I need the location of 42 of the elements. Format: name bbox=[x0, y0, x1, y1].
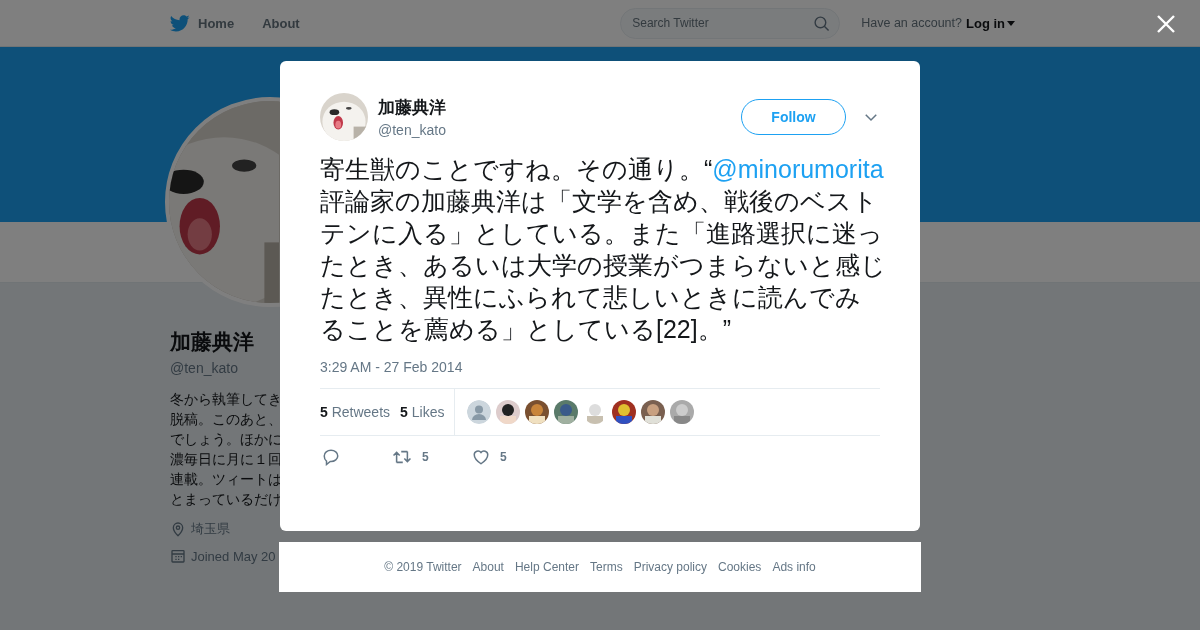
bio-line: 連載。ツィートは bbox=[170, 471, 282, 489]
search-icon[interactable] bbox=[813, 14, 831, 32]
follow-button[interactable]: Follow bbox=[741, 99, 846, 135]
stat-link[interactable]: 5 Retweets bbox=[320, 404, 391, 420]
retweet-button[interactable]: 5 bbox=[390, 448, 470, 466]
heart-icon bbox=[472, 448, 490, 466]
search-field[interactable]: Search Twitter bbox=[620, 7, 841, 39]
profile-name: 加藤典洋 bbox=[170, 329, 254, 355]
footer-link[interactable]: Help Center bbox=[514, 560, 579, 574]
footer-link[interactable]: About bbox=[472, 560, 504, 574]
login-link[interactable]: Log in bbox=[966, 15, 1015, 31]
tweet-timestamp: 3:29 AM - 27 Feb 2014 bbox=[320, 359, 464, 375]
stat-link[interactable]: 5 Likes bbox=[400, 404, 445, 420]
bio-line: 冬から執筆してき bbox=[170, 391, 282, 409]
tweet-text: 寄生獣のことですね。その通り。“@minorumorita 評論家の加藤典洋は「文学を含め、戦後のベストテンに入る」としている。また「進路選択に迷ったとき、あるいは大学の授業がつまらないと感じたとき、異性にふられて悲しいときに読んでみることを薦める」としている[22]。” bbox=[320, 154, 886, 345]
close-button[interactable] bbox=[1156, 14, 1176, 34]
footer-link[interactable]: Terms bbox=[590, 560, 623, 574]
profile-joined: Joined May 20 bbox=[191, 548, 276, 564]
bio-line: でしょう。ほかに bbox=[170, 431, 282, 449]
bird-logo-icon[interactable] bbox=[170, 14, 190, 32]
profile-handle: @ten_kato bbox=[170, 360, 238, 376]
author-handle: @ten_kato bbox=[378, 122, 446, 138]
footer-link[interactable]: © 2019 Twitter bbox=[384, 560, 462, 574]
footer-link[interactable]: Ads info bbox=[772, 560, 816, 574]
bio-line: とまっているだけ bbox=[170, 491, 282, 509]
retweet-icon bbox=[392, 448, 412, 466]
caret-icon bbox=[1007, 20, 1015, 26]
nav-link[interactable]: About bbox=[262, 15, 300, 31]
profile-location: 埼玉県 bbox=[191, 520, 230, 538]
reply-icon bbox=[322, 448, 340, 466]
author-name: 加藤典洋 bbox=[378, 97, 446, 119]
footer-link[interactable]: Privacy policy bbox=[633, 560, 707, 574]
nav-link[interactable]: Home bbox=[198, 15, 235, 31]
like-button[interactable]: 5 bbox=[470, 448, 530, 466]
bio-line: 脱稿。このあと、 bbox=[170, 411, 282, 429]
account-prompt: Have an account? bbox=[861, 16, 962, 30]
mention-link[interactable]: @minorumorita bbox=[712, 155, 884, 183]
footer-link[interactable]: Cookies bbox=[718, 560, 762, 574]
location-pin-icon bbox=[170, 521, 186, 537]
default-avatar-icon bbox=[467, 400, 492, 424]
bio-line: 濃毎日に月に１回 bbox=[170, 451, 282, 469]
calendar-icon bbox=[170, 548, 186, 564]
